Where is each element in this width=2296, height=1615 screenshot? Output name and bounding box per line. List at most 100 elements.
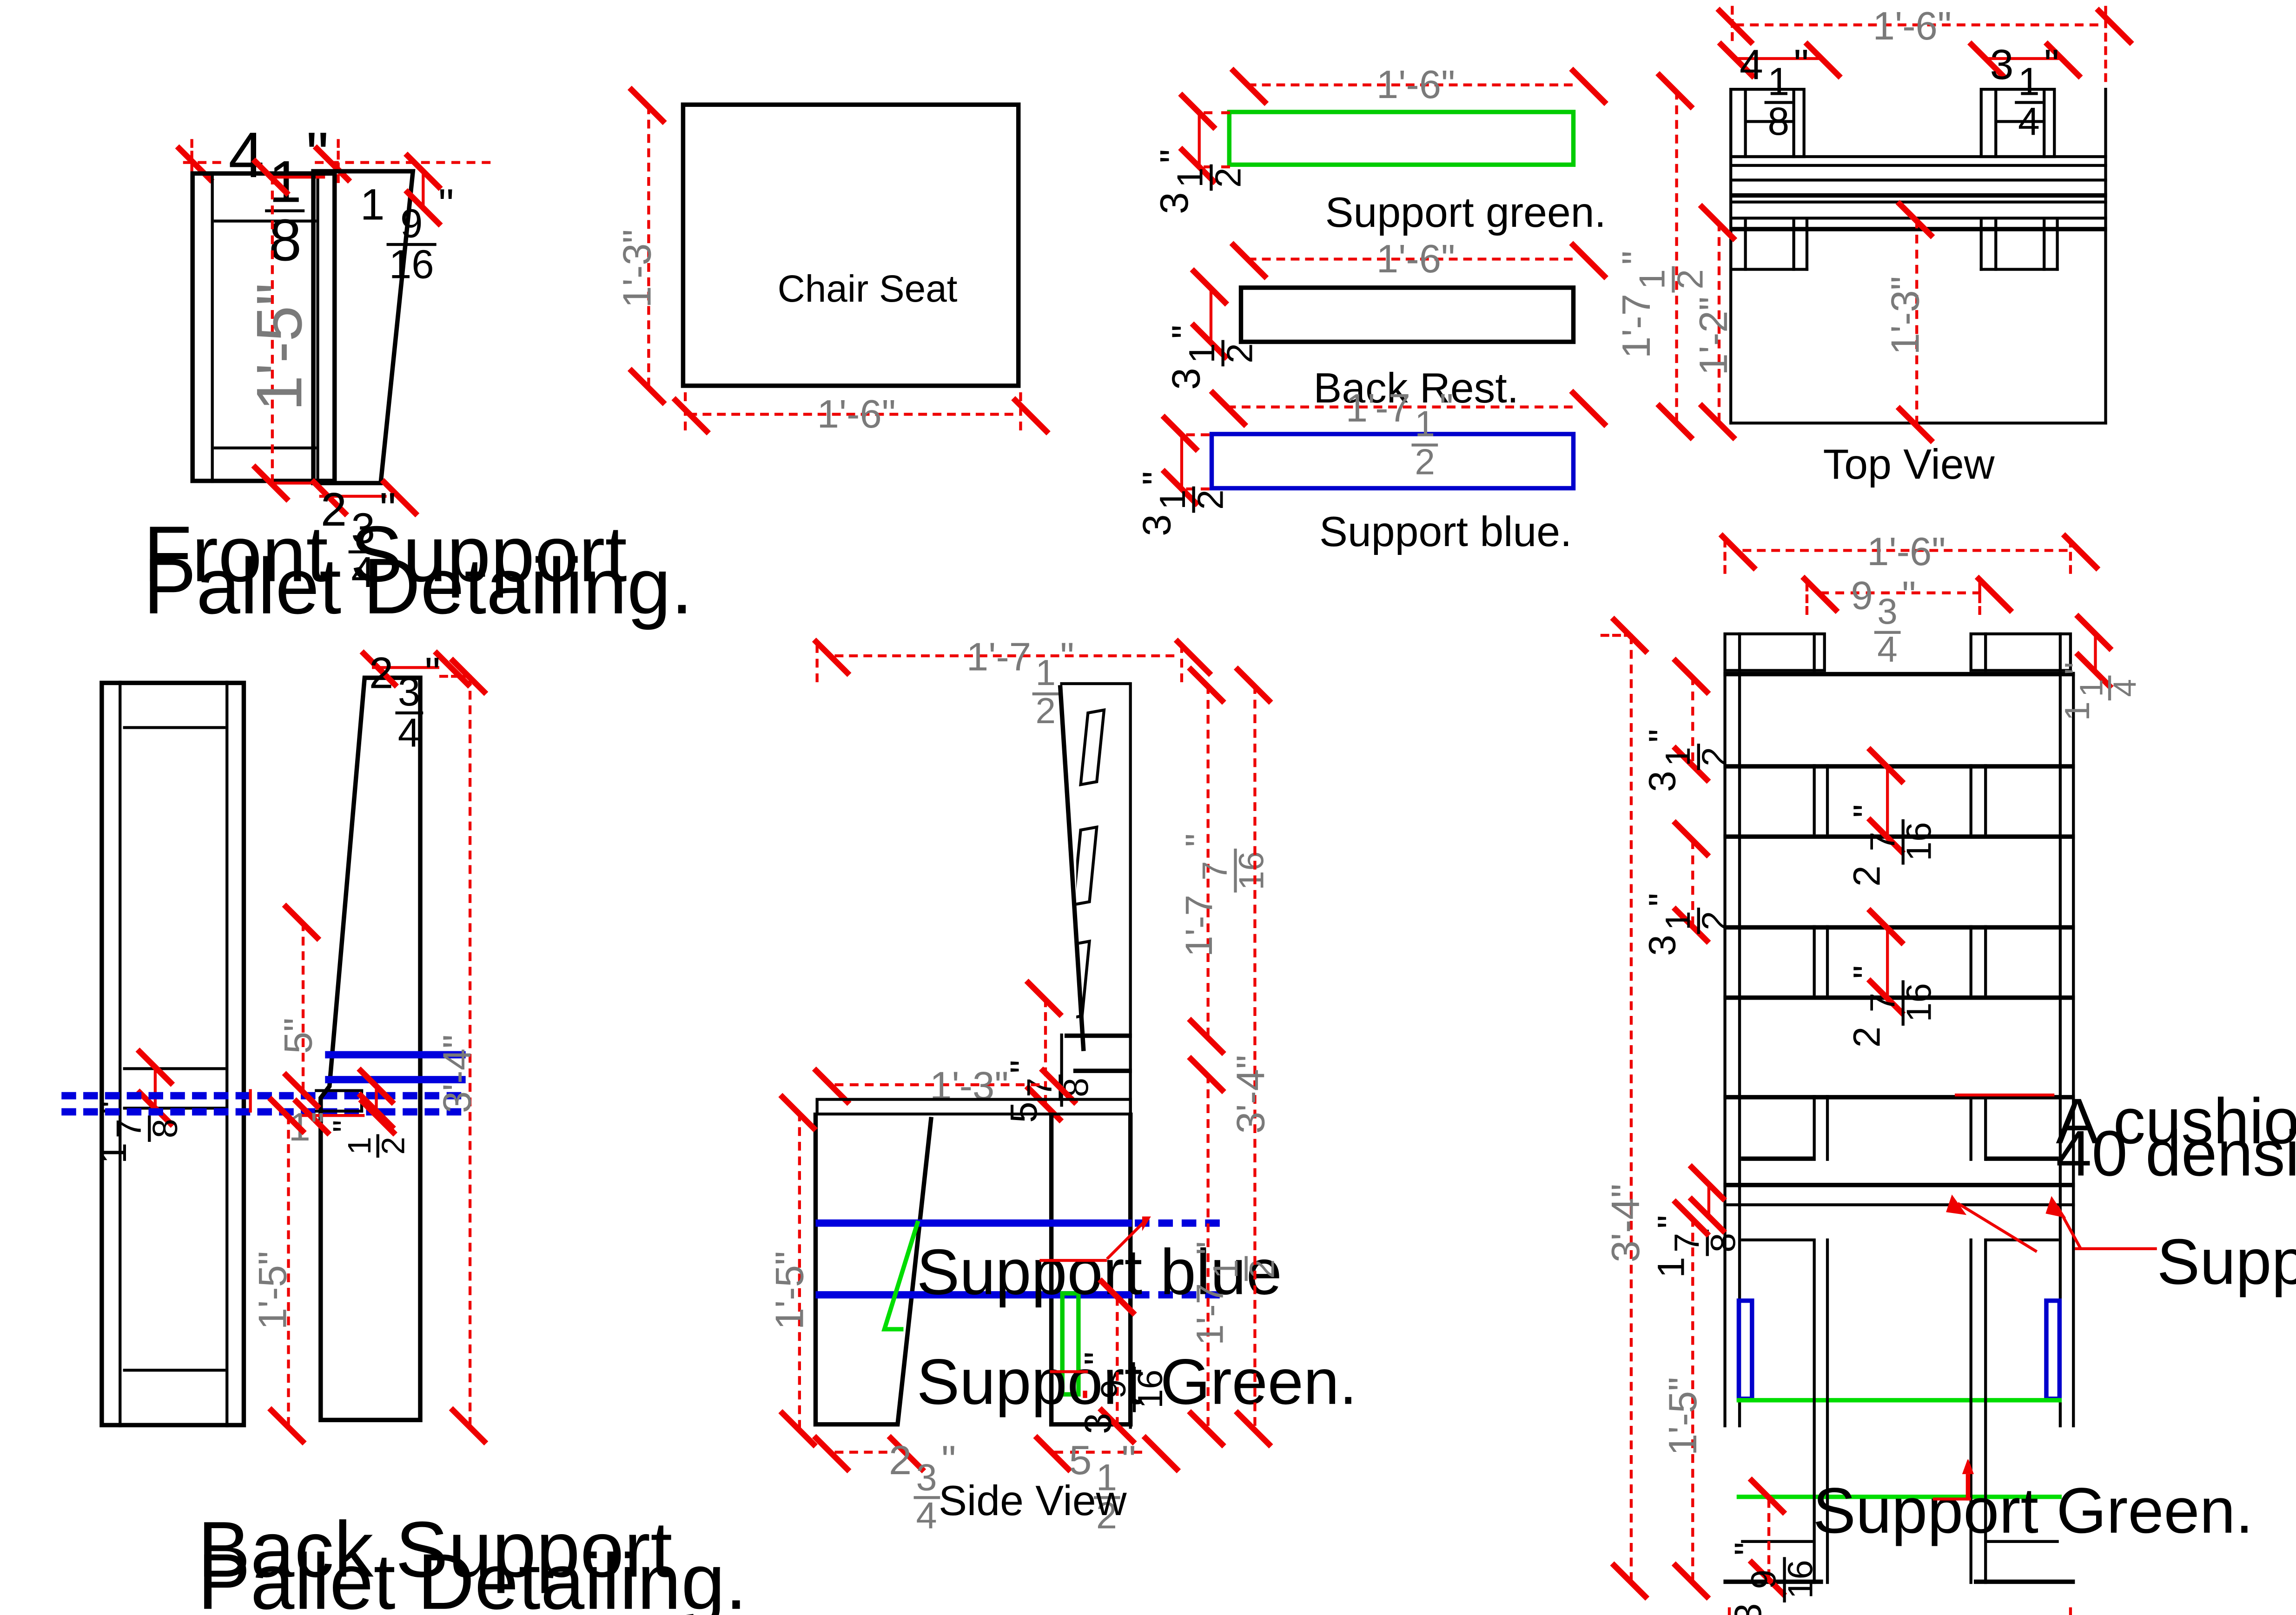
back-rest-outline	[1238, 285, 1576, 344]
leg-extension	[1729, 219, 1733, 271]
back-support-title-line2: Pallet Detailing.	[198, 1538, 748, 1615]
dim-back-rest-height: 3 1 2 "	[1164, 324, 1261, 390]
leg-extension	[2043, 219, 2046, 271]
dim-front-overall-width-top: 1'-6"	[1867, 530, 1946, 574]
dim-back-support-overall-height: 3'-4"	[435, 1034, 480, 1114]
dim-back-rest-length: 1'-6"	[1376, 237, 1456, 281]
leg-cross	[1996, 120, 2045, 123]
side-back-slats	[1076, 708, 1106, 1019]
dim-support-green-height: 3 1 2 "	[1152, 149, 1249, 214]
front-rail	[1723, 672, 2075, 677]
leg-extension	[1792, 219, 1795, 271]
drawing-sheet: 4 1 8 " 1'-5" 1 9 16 " 2 3 4 " Front Sup…	[0, 0, 2296, 1615]
support-green-outline	[1227, 110, 1576, 167]
front-rail	[1723, 925, 2075, 930]
board-edge	[211, 171, 214, 483]
dim-line	[834, 1450, 887, 1454]
ext-line	[1723, 539, 1727, 574]
leg-extension-cap	[1729, 268, 1809, 271]
top-view-right-edge	[2104, 87, 2107, 425]
ext-line	[1731, 6, 1734, 41]
leader-arrow	[2045, 1196, 2082, 1250]
dim-front-green-support-height: 3 9 16 "	[1726, 1542, 1820, 1615]
ext-line	[1180, 644, 1184, 682]
slat-divider	[1813, 1095, 1816, 1161]
cap-line	[1813, 632, 1816, 672]
dim-support-blue-height: 3 1 2 "	[1135, 471, 1231, 536]
ext-line	[2069, 539, 2072, 574]
front-leg-base	[1974, 1579, 2075, 1584]
slat-divider	[1984, 925, 1987, 995]
dim-front-leg-height: 1'-5"	[1661, 1377, 1705, 1456]
leg-extension	[1744, 219, 1747, 271]
leg-extension-cap	[1979, 268, 2059, 271]
front-note-cushion-line2: 40 density foam be added.	[2056, 1118, 2296, 1190]
leader-line	[1955, 1093, 2055, 1097]
dim-back-support-top-width: 2 3 4 "	[369, 650, 441, 755]
dim-tick	[1141, 1434, 1181, 1474]
front-label-support-blue: Support blue	[2157, 1226, 2296, 1299]
front-apron	[1741, 1238, 1813, 1242]
front-seat-rail	[1985, 1156, 2059, 1161]
support-green-piece-label: Support green.	[1325, 190, 1606, 237]
dim-tick	[1569, 241, 1608, 280]
ext-line	[1600, 633, 1633, 637]
top-view-rail	[1729, 178, 2107, 182]
slat-divider	[1969, 764, 1972, 835]
dim-front-top-cap: 1 1 4 "	[2058, 662, 2144, 721]
ext-line	[1204, 111, 1230, 114]
dim-top-view-inner-depth: 1'-2"	[1692, 297, 1736, 376]
dim-front-inner-width: 9 3 4 "	[1851, 573, 1916, 670]
dim-top-view-width: 1'-6"	[1873, 4, 1952, 48]
front-seat-board-top	[1723, 1183, 2075, 1187]
ext-line	[1019, 392, 1022, 431]
dim-back-support-seat-height: 1'-5"	[251, 1251, 295, 1330]
leader-arrow	[1106, 1216, 1151, 1260]
dim-back-support-notch-thickness: 1 2 "	[326, 1120, 411, 1159]
slat-divider	[1826, 925, 1829, 995]
ext-line	[439, 675, 472, 678]
dim-back-support-notch-depth: 1"	[288, 1105, 325, 1149]
slat-divider	[1984, 1095, 1987, 1161]
ext-line	[1805, 582, 1809, 615]
slat-divider	[1984, 764, 1987, 835]
board-edge	[225, 680, 229, 1428]
dim-side-lower-back: 1'-7 1 2 "	[1187, 1241, 1282, 1345]
cap-line	[1738, 632, 1741, 672]
front-support-blue-left	[1736, 1298, 1754, 1401]
dim-front-slat1: 2 7 16 "	[1844, 804, 1939, 887]
ext-line	[2104, 6, 2107, 82]
slat-divider	[1813, 764, 1816, 835]
dim-support-blue-length: 1'-7 1 2 "	[1345, 386, 1454, 483]
dim-side-green-support-height: 3 9 16 "	[1076, 1351, 1171, 1434]
front-label-support-green: Support Green.	[1813, 1476, 2254, 1548]
ext-line	[1186, 433, 1210, 436]
slat-divider	[1969, 925, 1972, 995]
ext-line	[1978, 582, 1981, 615]
dim-tick	[1011, 396, 1051, 435]
cap-line	[1984, 632, 1987, 672]
notch-top	[315, 1089, 364, 1092]
dim-support-green-length: 1'-6"	[1376, 63, 1456, 107]
leader-arrow	[1962, 1459, 1974, 1501]
front-support-blue-right	[2044, 1298, 2062, 1401]
ext-line	[1727, 1607, 1731, 1615]
front-support-title-line2: Pallet Detailing.	[143, 543, 693, 631]
dim-line	[301, 922, 305, 1091]
slat-divider	[1969, 1095, 1972, 1161]
ext-line	[683, 392, 687, 431]
board-edge	[119, 680, 122, 1428]
dim-front-gap1: 3 1 2 "	[1640, 729, 1735, 792]
front-rail	[1723, 764, 2075, 769]
top-view-rail	[1729, 164, 2107, 167]
slat-divider	[1826, 764, 1829, 835]
side-view-title: Side View	[939, 1478, 1127, 1526]
dim-top-view-seat-depth: 1'-3"	[1883, 276, 1928, 355]
leader-arrow	[1946, 1194, 2038, 1253]
slat-divider	[1826, 1095, 1829, 1161]
dim-tick	[1569, 66, 1608, 106]
chair-seat-label: Chair Seat	[777, 266, 958, 310]
dim-front-gap2: 3 1 2 "	[1640, 893, 1735, 956]
leg-extension	[2056, 219, 2059, 271]
dim-side-leg-height: 1'-5"	[768, 1251, 812, 1330]
